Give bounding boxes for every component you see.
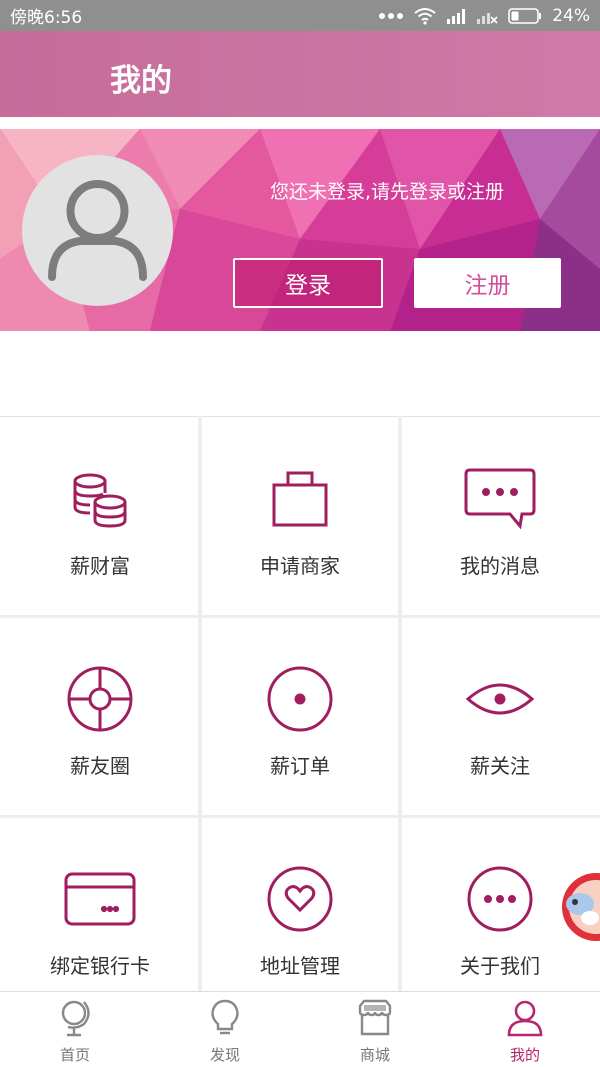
grid-item-label: 薪财富 bbox=[70, 554, 130, 578]
grid-item-bank-card[interactable]: 绑定银行卡 bbox=[0, 817, 200, 1017]
bottom-tab-bar: 首页 发现 商城 我的 bbox=[0, 991, 600, 1067]
register-button[interactable]: 注册 bbox=[414, 258, 561, 308]
grid-item-orders[interactable]: 薪订单 bbox=[200, 617, 400, 817]
grid-item-address[interactable]: 地址管理 bbox=[200, 817, 400, 1017]
heart-circle-icon bbox=[262, 861, 338, 937]
grid-item-wealth[interactable]: 薪财富 bbox=[0, 417, 200, 617]
grid-item-label: 绑定银行卡 bbox=[50, 954, 150, 978]
tab-label: 首页 bbox=[59, 1046, 90, 1064]
globe-icon bbox=[55, 998, 95, 1038]
more-dots-icon bbox=[378, 12, 404, 20]
grid-item-messages[interactable]: 我的消息 bbox=[400, 417, 600, 617]
divider bbox=[0, 117, 600, 129]
grid-item-label: 申请商家 bbox=[260, 554, 340, 578]
grid-item-follow[interactable]: 薪关注 bbox=[400, 617, 600, 817]
signal-off-icon bbox=[476, 8, 498, 24]
grid-item-apply-merchant[interactable]: 申请商家 bbox=[200, 417, 400, 617]
message-icon bbox=[462, 461, 538, 537]
grid-divider bbox=[0, 815, 600, 818]
feature-grid: 薪财富 申请商家 我的消息 薪友圈 薪订单 薪关注 绑定银行卡 地址管理 关于我… bbox=[0, 416, 600, 1017]
avatar[interactable] bbox=[22, 155, 173, 306]
tab-mall[interactable]: 商城 bbox=[300, 992, 450, 1067]
grid-item-label: 地址管理 bbox=[260, 954, 340, 978]
page-title: 我的 bbox=[110, 63, 172, 99]
bag-icon bbox=[262, 461, 338, 537]
grid-item-label: 薪关注 bbox=[470, 754, 530, 778]
tab-mine[interactable]: 我的 bbox=[450, 992, 600, 1067]
grid-item-label: 薪订单 bbox=[270, 754, 330, 778]
store-icon bbox=[355, 998, 395, 1038]
circle-target-icon bbox=[62, 661, 138, 737]
battery-icon bbox=[508, 7, 542, 24]
more-circle-icon bbox=[462, 861, 538, 937]
status-bar: 傍晚6:56 24% bbox=[0, 0, 600, 31]
tab-label: 商城 bbox=[359, 1046, 390, 1064]
bulb-icon bbox=[205, 998, 245, 1038]
tab-home[interactable]: 首页 bbox=[0, 992, 150, 1067]
coins-icon bbox=[62, 461, 138, 537]
grid-item-label: 薪友圈 bbox=[70, 754, 130, 778]
grid-item-friends-circle[interactable]: 薪友圈 bbox=[0, 617, 200, 817]
tab-label: 发现 bbox=[209, 1046, 240, 1064]
user-silhouette-icon bbox=[48, 180, 147, 281]
wifi-icon bbox=[414, 7, 436, 25]
user-icon bbox=[505, 998, 545, 1038]
eye-icon bbox=[462, 661, 538, 737]
bank-card-icon bbox=[62, 861, 138, 937]
grid-divider bbox=[0, 615, 600, 618]
grid-item-label: 我的消息 bbox=[460, 554, 540, 578]
grid-divider bbox=[198, 416, 202, 992]
signal-icon bbox=[446, 8, 466, 24]
profile-banner: 您还未登录,请先登录或注册 登录 注册 bbox=[0, 129, 600, 331]
login-prompt: 您还未登录,请先登录或注册 bbox=[270, 181, 505, 203]
tab-discover[interactable]: 发现 bbox=[150, 992, 300, 1067]
status-time: 傍晚6:56 bbox=[10, 8, 83, 28]
dot-circle-icon bbox=[262, 661, 338, 737]
battery-percent: 24% bbox=[552, 5, 590, 26]
tab-label: 我的 bbox=[509, 1046, 540, 1064]
floating-mascot-icon[interactable] bbox=[560, 868, 600, 946]
grid-divider bbox=[398, 416, 402, 992]
grid-item-label: 关于我们 bbox=[460, 954, 540, 978]
login-button[interactable]: 登录 bbox=[233, 258, 383, 308]
header: 我的 bbox=[0, 31, 600, 117]
